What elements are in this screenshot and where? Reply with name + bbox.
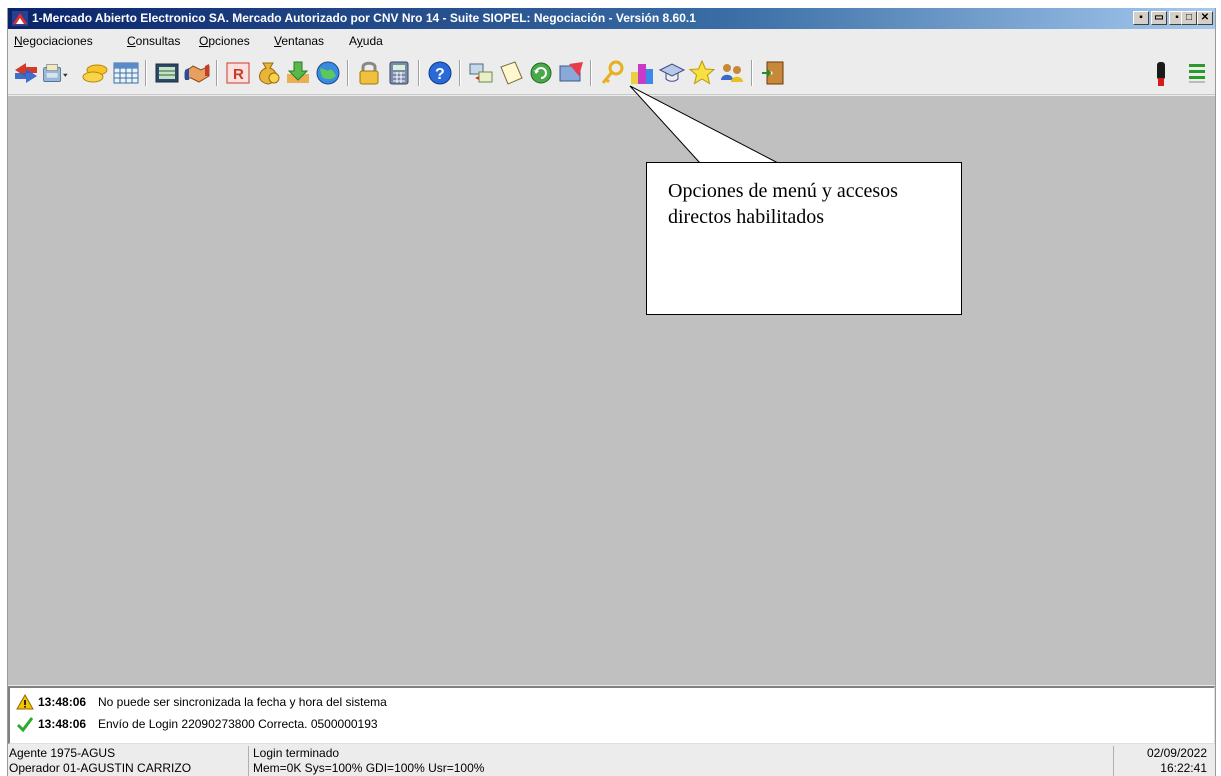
log-time: 13:48:06 [38, 695, 87, 709]
coins-icon[interactable] [82, 58, 110, 88]
status-resources: Mem=0K Sys=100% GDI=100% Usr=100% [253, 761, 485, 775]
globe-icon[interactable] [314, 58, 342, 88]
maximize-button[interactable]: □ [1181, 11, 1197, 25]
toolbar-separator [347, 60, 349, 86]
status-login-state: Login terminado [253, 746, 340, 760]
signal-bars-icon [1183, 58, 1207, 88]
status-bar: Agente 1975-AGUS Operador 01-AGUSTIN CAR… [8, 744, 1215, 776]
download-arrow-icon[interactable] [284, 58, 312, 88]
cash-register-icon[interactable] [42, 58, 78, 88]
status-time: 16:22:41 [1160, 761, 1207, 775]
menu-opciones[interactable]: Opciones [199, 34, 250, 48]
app-logo-icon [12, 11, 28, 26]
handshake-icon[interactable] [183, 58, 211, 88]
document-icon[interactable] [497, 58, 525, 88]
checkmark-icon [16, 717, 34, 733]
report-r-icon[interactable]: R [224, 58, 252, 88]
help-icon[interactable]: ? [426, 58, 454, 88]
svg-text:?: ? [435, 66, 445, 83]
grid-table-icon[interactable] [112, 58, 140, 88]
title-bar[interactable]: 1-Mercado Abierto Electronico SA. Mercad… [8, 8, 1215, 29]
status-user-cell: Agente 1975-AGUS Operador 01-AGUSTIN CAR… [8, 746, 248, 776]
status-date: 02/09/2022 [1146, 746, 1207, 760]
key-icon[interactable] [598, 58, 626, 88]
svg-text:R: R [233, 66, 244, 83]
connection-status-icon [1147, 58, 1165, 88]
graduation-cap-icon[interactable] [658, 58, 686, 88]
menu-ayuda[interactable]: Ayuda [349, 34, 383, 48]
toolbar-separator [216, 60, 218, 86]
status-agent: Agente 1975-AGUS [9, 746, 116, 760]
menu-consultas[interactable]: Consultas [127, 34, 180, 48]
toolbar-separator [418, 60, 420, 86]
minimize-all-button[interactable]: ▪ [1133, 11, 1149, 25]
padlock-icon[interactable] [355, 58, 383, 88]
star-icon[interactable] [688, 58, 716, 88]
calculator-icon[interactable] [385, 58, 413, 88]
money-bag-icon[interactable] [254, 58, 282, 88]
mdi-workspace[interactable] [8, 96, 1215, 685]
restore-all-button[interactable]: ▭ [1151, 11, 1167, 25]
exchange-arrows-icon[interactable] [12, 58, 40, 88]
toolbar-separator [459, 60, 461, 86]
status-operator: Operador 01-AGUSTIN CARRIZO [9, 761, 192, 775]
close-button[interactable]: ✕ [1197, 11, 1213, 25]
window-title: 1-Mercado Abierto Electronico SA. Mercad… [32, 11, 696, 25]
ledger-icon[interactable] [153, 58, 181, 88]
buildings-icon[interactable] [628, 58, 656, 88]
send-icon[interactable] [557, 58, 585, 88]
toolbar: R ? [8, 51, 1215, 95]
status-datetime-cell: 02/09/2022 16:22:41 [1113, 746, 1213, 776]
refresh-icon[interactable] [527, 58, 555, 88]
menu-ventanas[interactable]: Ventanas [274, 34, 324, 48]
menu-bar: Negociaciones Consultas Opciones Ventana… [8, 29, 1215, 51]
menu-negociaciones[interactable]: Negociaciones [14, 34, 93, 48]
users-icon[interactable] [718, 58, 746, 88]
log-message: No puede ser sincronizada la fecha y hor… [98, 695, 387, 709]
toolbar-separator [751, 60, 753, 86]
application-window: 1-Mercado Abierto Electronico SA. Mercad… [7, 8, 1216, 776]
message-log: 13:48:06 No puede ser sincronizada la fe… [8, 686, 1215, 744]
toolbar-separator [145, 60, 147, 86]
exit-door-icon[interactable] [759, 58, 787, 88]
transfer-icon[interactable] [467, 58, 495, 88]
log-message: Envío de Login 22090273800 Correcta. 050… [98, 717, 378, 731]
status-system-cell: Login terminado Mem=0K Sys=100% GDI=100%… [248, 746, 1113, 776]
callout-text: Opciones de menú y accesos directos habi… [668, 180, 898, 228]
warning-icon [16, 693, 34, 710]
toolbar-separator [590, 60, 592, 86]
log-time: 13:48:06 [38, 717, 87, 731]
